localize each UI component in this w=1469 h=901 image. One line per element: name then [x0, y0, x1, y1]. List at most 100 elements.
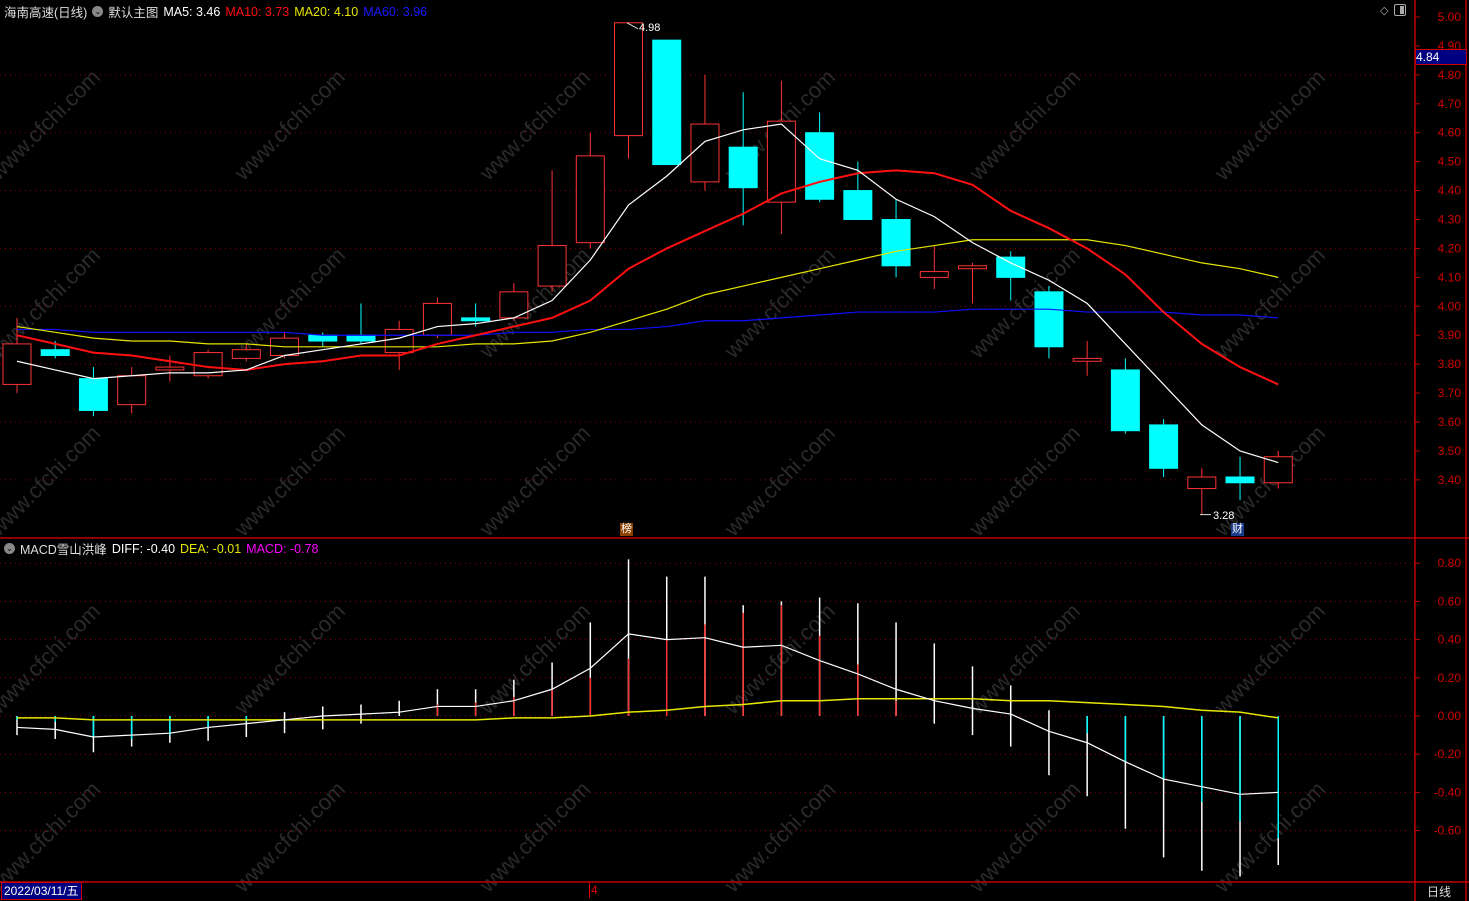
main-header: 海南高速(日线) ⌄ 默认主图 MA5: 3.46 MA10: 3.73 MA2…: [4, 2, 427, 21]
watermark-text: www.cfchi.com: [229, 64, 350, 185]
candle-body: [231, 349, 261, 359]
candle-body: [1110, 369, 1140, 432]
price-tick-label: 3.90: [1438, 328, 1462, 342]
candle-body: [881, 219, 911, 267]
price-tick-label: 3.50: [1438, 444, 1462, 458]
candle: [958, 262, 987, 304]
candle: [575, 132, 605, 249]
candle-body: [384, 328, 414, 354]
candle: [346, 303, 376, 344]
ma5-line: [16, 123, 1279, 464]
diff-value: DIFF: -0.40: [111, 541, 176, 556]
crosshair-price-tag: 4.84: [1415, 49, 1467, 65]
price-tick-label: 3.40: [1438, 473, 1462, 487]
watermark-text: www.cfchi.com: [719, 420, 840, 541]
candle: [117, 367, 147, 414]
candle-body: [805, 132, 835, 200]
candle: [422, 297, 452, 339]
watermark-text: www.cfchi.com: [964, 776, 1085, 897]
price-tick-label: 3.60: [1438, 415, 1462, 429]
ma10-value: MA10: 3.73: [225, 4, 290, 19]
candle: [881, 199, 911, 278]
macd-tick-label: 0.60: [1438, 594, 1462, 608]
candle: [537, 170, 567, 292]
candle: [614, 22, 644, 159]
stock-name[interactable]: 海南高速(日线): [4, 2, 87, 21]
candle-body: [1225, 476, 1255, 484]
watermark-text: www.cfchi.com: [0, 420, 105, 541]
candle-body: [117, 375, 147, 406]
candle: [919, 245, 949, 289]
ma60-value: MA60: 3.96: [363, 4, 428, 19]
low-price-marker: 3.28: [1213, 510, 1235, 522]
dea-line: [17, 698, 1279, 721]
macd-indicator-name[interactable]: MACD雪山洪峰: [20, 539, 107, 558]
candle: [1187, 468, 1217, 515]
candle-body: [1149, 424, 1179, 469]
watermark-text: www.cfchi.com: [964, 420, 1085, 541]
watermark-text: www.cfchi.com: [474, 598, 595, 719]
candles[interactable]: [2, 22, 1293, 516]
price-tick-label: 4.10: [1438, 270, 1462, 284]
candle: [78, 367, 108, 417]
candle-body: [308, 334, 338, 342]
macd-header: ⌄ MACD雪山洪峰 DIFF: -0.40 DEA: -0.01 MACD: …: [4, 539, 318, 558]
candle-body: [78, 378, 108, 411]
candle: [193, 349, 223, 379]
candle-body: [155, 366, 185, 371]
watermark-layer: www.cfchi.com www.cfchi.com www.cfchi.com w…: [0, 64, 1330, 897]
candle: [805, 112, 835, 203]
price-tick-label: 4.60: [1438, 126, 1462, 140]
watermark-text: www.cfchi.com: [1209, 64, 1330, 185]
panel-toggle-icon[interactable]: [1394, 4, 1407, 16]
watermark-text: www.cfchi.com: [1209, 242, 1330, 363]
macd-value: MACD: -0.78: [246, 541, 319, 556]
ma5-value: MA5: 3.46: [163, 4, 221, 19]
macd-tick-label: -0.40: [1434, 785, 1462, 799]
price-tick-label: 3.80: [1438, 357, 1462, 371]
ma20-line: [16, 239, 1279, 348]
watermark-text: www.cfchi.com: [1209, 598, 1330, 719]
watermark-text: www.cfchi.com: [1209, 776, 1330, 897]
watermark-text: www.cfchi.com: [964, 64, 1085, 185]
watermark-text: www.cfchi.com: [0, 598, 105, 719]
watermark-text: www.cfchi.com: [229, 598, 350, 719]
watermark-text: www.cfchi.com: [474, 420, 595, 541]
candle-body: [461, 317, 491, 322]
watermark-text: www.cfchi.com: [229, 420, 350, 541]
finance-badge[interactable]: 财: [1231, 523, 1244, 536]
price-axis: 5.004.904.804.704.604.504.404.304.204.10…: [1415, 10, 1461, 838]
candle-body: [690, 123, 720, 183]
macd-panel[interactable]: [16, 559, 1280, 877]
candle: [652, 39, 682, 166]
ma60-line: [17, 308, 1279, 336]
watermark-text: www.cfchi.com: [0, 776, 105, 897]
diamond-icon[interactable]: ◇: [1380, 4, 1388, 17]
cursor-date: 2022/03/11/五: [1, 882, 82, 900]
candle: [1072, 341, 1102, 376]
list-badge[interactable]: 榜: [620, 523, 633, 536]
chart-tools: ◇: [1380, 4, 1407, 17]
candle-body: [1034, 291, 1064, 348]
main-indicator-name[interactable]: 默认主图: [108, 2, 158, 21]
price-tick-label: 3.70: [1438, 386, 1462, 400]
candle-body: [614, 22, 644, 137]
watermark-text: www.cfchi.com: [719, 776, 840, 897]
price-tick-label: 4.30: [1438, 213, 1462, 227]
month-marker: 4: [589, 883, 598, 898]
macd-tick-label: 0.00: [1438, 709, 1462, 723]
chevron-down-icon[interactable]: ⌄: [4, 543, 15, 554]
watermark-text: www.cfchi.com: [0, 64, 105, 185]
watermark-text: www.cfchi.com: [474, 776, 595, 897]
macd-tick-label: 0.40: [1438, 633, 1462, 647]
candle: [1263, 450, 1293, 489]
candle-body: [2, 343, 32, 385]
dea-value: DEA: -0.01: [180, 541, 242, 556]
chart-canvas[interactable]: www.cfchi.com www.cfchi.com www.cfchi.com w…: [0, 0, 1469, 901]
period-label[interactable]: 日线: [1427, 883, 1451, 900]
chevron-down-icon[interactable]: ⌄: [92, 6, 104, 17]
candle-body: [1187, 476, 1217, 490]
macd-tick-label: 0.20: [1438, 671, 1462, 685]
watermark-text: www.cfchi.com: [474, 242, 595, 363]
macd-tick-label: -0.20: [1434, 747, 1462, 761]
